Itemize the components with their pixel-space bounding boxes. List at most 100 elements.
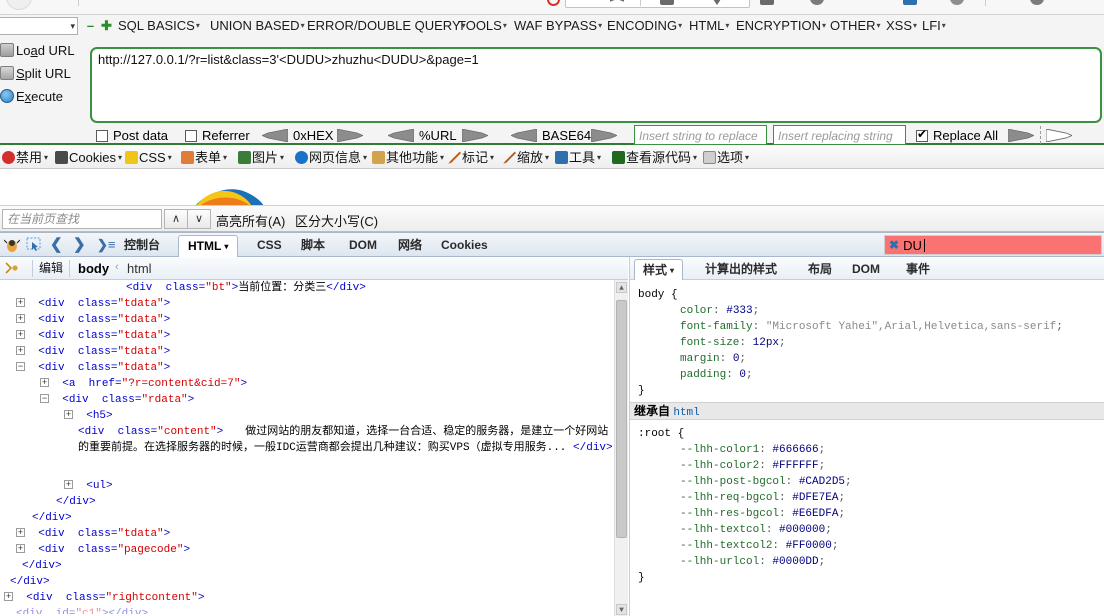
split-url-button[interactable]: Split URL xyxy=(16,63,71,85)
edit-button[interactable]: 编辑 xyxy=(32,260,70,277)
scroll-down-button[interactable]: ▼ xyxy=(616,604,627,615)
css-declaration[interactable]: --lhh-textcol: #000000; xyxy=(630,522,1104,538)
css-declaration[interactable]: color: #333; xyxy=(630,303,1104,319)
url-textarea[interactable]: http://127.0.0.1/?r=list&class=3'<DUDU>z… xyxy=(90,47,1102,123)
wd-item-cookies[interactable]: Cookies▾ xyxy=(55,149,122,167)
scroll-up-button[interactable]: ▲ xyxy=(616,282,627,293)
breadcrumb-body[interactable]: body xyxy=(78,261,109,276)
wd-item-disable[interactable]: 禁用▾ xyxy=(2,149,48,167)
address-bar[interactable] xyxy=(565,0,750,8)
find-input[interactable]: 在当前页查找 xyxy=(2,209,162,229)
tree-node[interactable]: − <div class="tdata"> xyxy=(0,360,628,376)
back-button[interactable] xyxy=(6,0,32,10)
url-encode-button[interactable] xyxy=(462,129,488,142)
tree-node[interactable]: + <div class="pagecode"> xyxy=(0,542,628,558)
tab-css[interactable]: CSS xyxy=(248,235,291,257)
css-declaration[interactable]: --lhh-textcol2: #FF0000; xyxy=(630,538,1104,554)
css-declaration[interactable]: font-size: 12px; xyxy=(630,335,1104,351)
referrer-checkbox[interactable]: Referrer xyxy=(185,128,250,143)
html-tree-pane[interactable]: <div class="bt">当前位置：分类三</div> + <div cl… xyxy=(0,280,628,616)
css-declaration[interactable]: font-family: "Microsoft Yahei",Arial,Hel… xyxy=(630,319,1104,335)
css-declaration[interactable]: --lhh-req-bgcol: #DFE7EA; xyxy=(630,490,1104,506)
tab-dom[interactable]: DOM xyxy=(340,235,386,257)
tree-node[interactable]: + <div class="tdata"> xyxy=(0,344,628,360)
collapse-toggle-icon[interactable]: − xyxy=(40,394,49,403)
expand-toggle-icon[interactable]: + xyxy=(16,330,25,339)
tab-console[interactable]: 控制台 xyxy=(115,235,169,257)
style-tab-computed[interactable]: 计算出的样式 xyxy=(697,259,785,280)
menu-union-based[interactable]: UNION BASED▾ xyxy=(208,17,307,35)
css-rules-list[interactable]: body { color: #333; font-family: "Micros… xyxy=(630,280,1104,616)
tree-node[interactable]: + <div class="tdata"> xyxy=(0,296,628,312)
css-selector[interactable]: :root { xyxy=(630,426,1104,442)
execute-button[interactable]: Execute xyxy=(16,86,63,108)
menu-other[interactable]: OTHER▾ xyxy=(828,17,883,35)
wd-item-forms[interactable]: 表单▾ xyxy=(181,149,227,167)
css-declaration[interactable]: --lhh-urlcol: #0000DD; xyxy=(630,554,1104,570)
base64-decode-button[interactable] xyxy=(511,129,537,142)
expand-toggle-icon[interactable]: + xyxy=(16,346,25,355)
wd-item-misc[interactable]: 其他功能▾ xyxy=(372,149,444,167)
wd-item-outline[interactable]: 标记▾ xyxy=(448,149,494,167)
encoding-select[interactable]: NT ▾ xyxy=(0,17,78,35)
expand-toggle-icon[interactable]: + xyxy=(16,298,25,307)
downloads-icon[interactable] xyxy=(660,0,674,5)
menu-html[interactable]: HTML▾ xyxy=(687,17,731,35)
extension-icon[interactable] xyxy=(903,0,917,5)
expand-toggle-icon[interactable]: + xyxy=(16,314,25,323)
expand-toggle-icon[interactable]: + xyxy=(40,378,49,387)
account-icon[interactable] xyxy=(810,0,824,5)
url-decode-button[interactable] xyxy=(388,129,414,142)
menu-xss[interactable]: XSS▾ xyxy=(884,17,919,35)
tree-node[interactable]: + <ul> xyxy=(0,478,628,494)
css-declaration[interactable]: margin: 0; xyxy=(630,351,1104,367)
base64-encode-button[interactable] xyxy=(591,129,617,142)
nav-back-button[interactable]: ❮ xyxy=(50,235,63,255)
tree-node[interactable]: <div class="bt">当前位置：分类三</div> xyxy=(0,280,628,296)
firebug-search-input[interactable]: ✖ DU xyxy=(884,235,1102,255)
hex-encode-button[interactable] xyxy=(337,129,363,142)
wd-item-options[interactable]: 选项▾ xyxy=(703,149,749,167)
style-tab-dom[interactable]: DOM xyxy=(844,259,888,280)
tree-node[interactable]: <div id="c1"></div> xyxy=(0,606,628,614)
style-tab-styles[interactable]: 样式▾ xyxy=(634,259,683,280)
replace-revert-button[interactable] xyxy=(1046,129,1072,142)
highlight-all-button[interactable]: 高亮所有(A) xyxy=(216,211,285,230)
style-tab-layout[interactable]: 布局 xyxy=(800,259,840,280)
firebug-icon[interactable] xyxy=(4,237,20,253)
wd-item-css[interactable]: CSS▾ xyxy=(125,149,172,167)
find-previous-button[interactable]: ∧ xyxy=(164,209,188,229)
tab-cookies[interactable]: Cookies xyxy=(432,235,497,257)
post-data-checkbox[interactable]: Post data xyxy=(96,128,168,143)
breadcrumb-html[interactable]: html xyxy=(127,261,152,276)
tree-node-content[interactable]: <div class="content"> 做过网站的朋友都知道，选择一台合适、… xyxy=(0,424,628,478)
nav-forward-button[interactable]: ❯ xyxy=(73,235,86,255)
menu-sql-basics[interactable]: SQL BASICS▾ xyxy=(116,17,202,35)
load-url-button[interactable]: Load URL xyxy=(16,40,75,62)
expand-toggle-icon[interactable]: + xyxy=(16,528,25,537)
wd-item-images[interactable]: 图片▾ xyxy=(238,149,284,167)
apps-icon[interactable] xyxy=(760,0,774,5)
find-next-button[interactable]: ∨ xyxy=(187,209,211,229)
search-icon[interactable] xyxy=(950,0,964,5)
menu-encoding[interactable]: ENCODING▾ xyxy=(605,17,684,35)
expand-toggle-icon[interactable]: + xyxy=(64,410,73,419)
expand-toggle-icon[interactable]: + xyxy=(64,480,73,489)
close-icon[interactable]: ✖ xyxy=(889,238,899,252)
css-selector[interactable]: body { xyxy=(630,287,1104,303)
tab-network[interactable]: 网络 xyxy=(389,235,431,257)
replace-run-button[interactable] xyxy=(1008,129,1034,142)
tab-script[interactable]: 脚本 xyxy=(292,235,334,257)
menu-waf-bypass[interactable]: WAF BYPASS▾ xyxy=(512,17,604,35)
remove-tab-button[interactable]: – xyxy=(85,21,96,32)
menu-icon[interactable] xyxy=(1030,0,1044,5)
wd-item-tools[interactable]: 工具▾ xyxy=(555,149,601,167)
tree-node[interactable]: + <div class="tdata"> xyxy=(0,526,628,542)
tree-node[interactable]: + <a href="?r=content&cid=7"> xyxy=(0,376,628,392)
add-tab-button[interactable]: ✚ xyxy=(101,21,112,32)
tree-node[interactable]: + <div class="tdata"> xyxy=(0,312,628,328)
menu-lfi[interactable]: LFI▾ xyxy=(920,17,948,35)
replace-to-input[interactable]: Insert replacing string xyxy=(773,125,906,145)
tree-node[interactable]: + <h5> xyxy=(0,408,628,424)
css-declaration[interactable]: --lhh-res-bgcol: #E6EDFA; xyxy=(630,506,1104,522)
